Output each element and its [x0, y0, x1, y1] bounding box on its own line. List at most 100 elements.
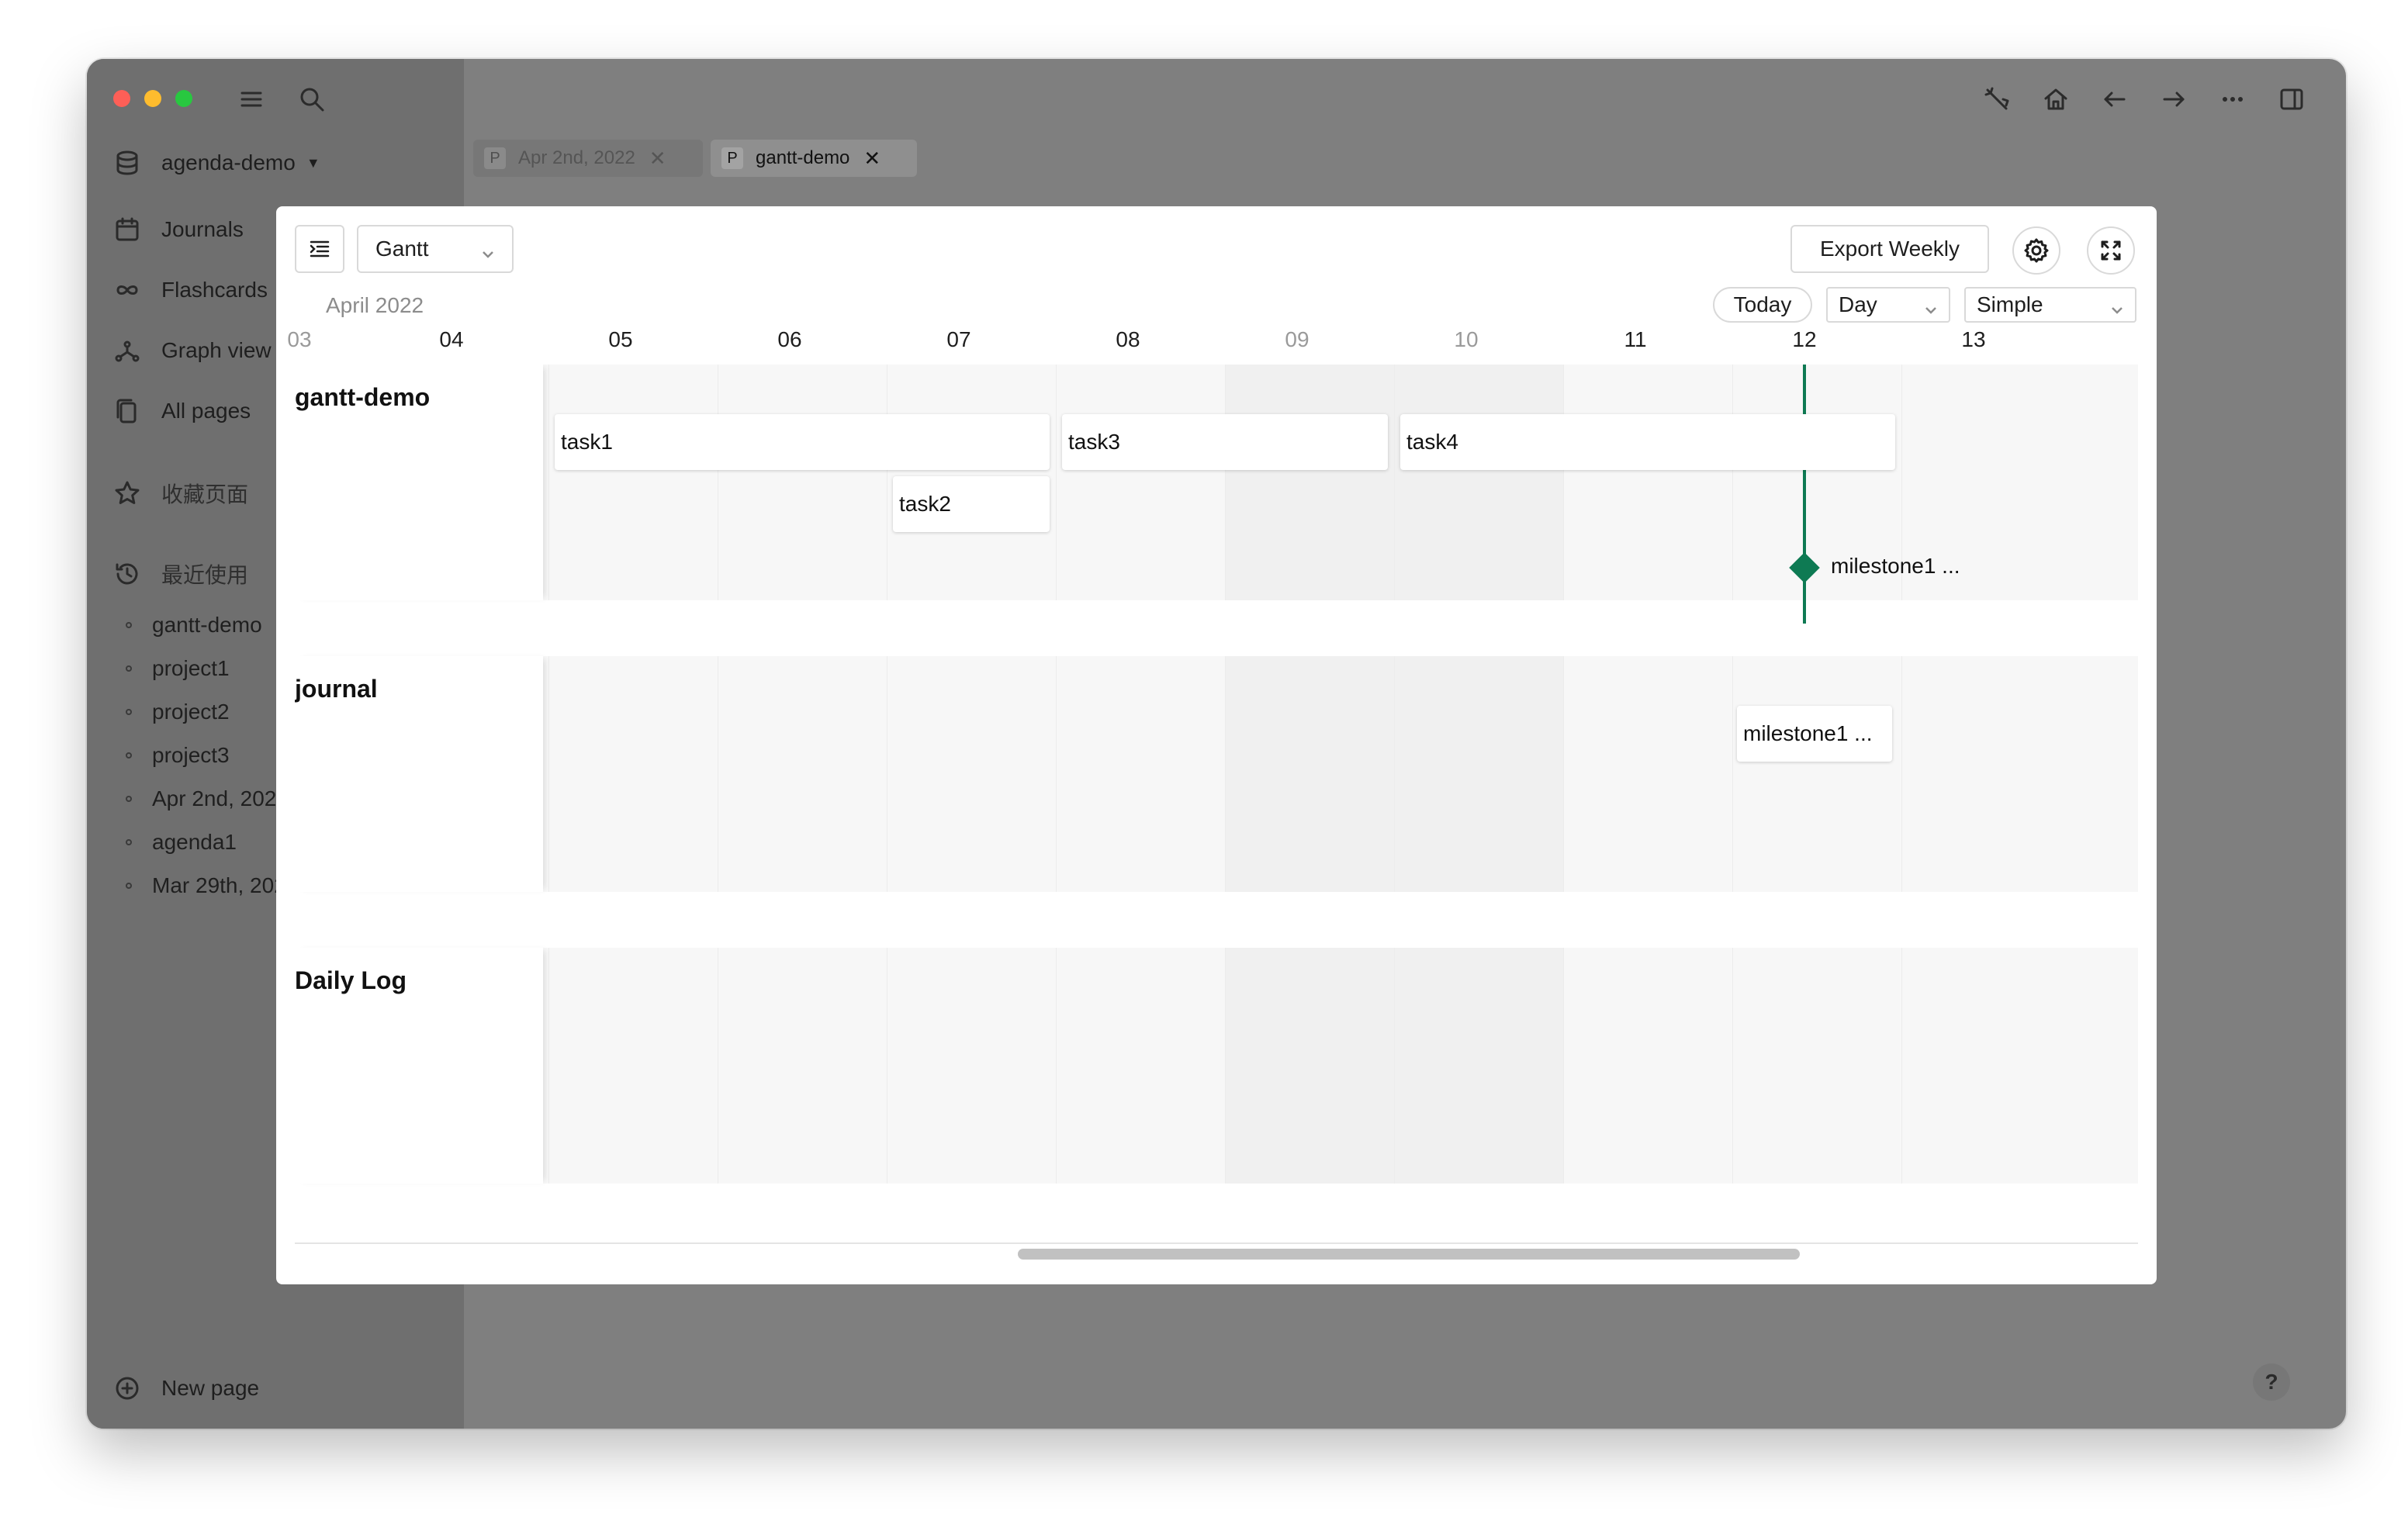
graph-name: agenda-demo [161, 150, 296, 175]
column-divider [1563, 365, 1564, 600]
help-button[interactable]: ? [2253, 1363, 2290, 1401]
recent-item-label: gantt-demo [152, 613, 262, 637]
expand-icon [2101, 240, 2121, 261]
day-tick-label: 06 [777, 327, 802, 351]
weekend-column [1225, 656, 1394, 892]
group-title[interactable]: Daily Log [295, 966, 407, 995]
recent-item[interactable]: Apr 2nd, 2022 [126, 786, 289, 811]
unit-select[interactable]: Day [1826, 287, 1950, 323]
sidebar-item-label: Journals [161, 217, 244, 241]
recent-item[interactable]: project1 [126, 656, 230, 681]
maximize-window-button[interactable] [175, 90, 192, 107]
task-bar[interactable]: task1 [555, 414, 1050, 470]
recent-item[interactable]: agenda1 [126, 830, 237, 855]
favorites-header[interactable]: 收藏页面 [113, 478, 248, 509]
right-sidebar-toggle-icon[interactable] [2273, 81, 2310, 118]
sidebar-item-graph-view[interactable]: Graph view [113, 337, 272, 365]
recent-item-label: Apr 2nd, 2022 [152, 786, 289, 810]
graph-selector[interactable]: agenda-demo ▼ [113, 149, 320, 177]
sidebar-item-flashcards[interactable]: Flashcards [113, 276, 268, 304]
sidebar-item-label: All pages [161, 399, 251, 423]
recent-item[interactable]: project2 [126, 700, 230, 724]
plus-circle-icon [116, 1377, 139, 1400]
column-divider [1732, 948, 1733, 1184]
group-title[interactable]: journal [295, 675, 378, 703]
infinity-icon [116, 285, 138, 295]
recent-item[interactable]: gantt-demo [126, 613, 262, 638]
task-bar[interactable]: task2 [893, 476, 1050, 532]
tab-apr-2nd-2022[interactable]: P Apr 2nd, 2022 ✕ [473, 140, 703, 177]
milestone-label[interactable]: milestone1 ... [1831, 554, 1960, 579]
column-divider [1056, 365, 1057, 600]
mode-select[interactable]: Simple [1964, 287, 2136, 323]
group-title[interactable]: gantt-demo [295, 383, 430, 412]
sidebar-item-journals[interactable]: Journals [113, 216, 244, 244]
bullet-icon [126, 839, 132, 845]
column-divider [548, 656, 549, 892]
recent-header[interactable]: 最近使用 [113, 558, 248, 589]
column-divider [1901, 656, 1902, 892]
day-tick-label: 05 [608, 327, 633, 351]
tab-gantt-demo[interactable]: P gantt-demo ✕ [711, 140, 917, 177]
recent-item[interactable]: project3 [126, 743, 230, 768]
gear-icon [2024, 238, 2049, 263]
close-icon[interactable]: ✕ [649, 147, 666, 171]
settings-button[interactable] [2012, 226, 2060, 275]
column-divider [1394, 365, 1395, 600]
arrow-right-icon[interactable] [2155, 81, 2192, 118]
day-tick-label: 07 [946, 327, 971, 351]
milestone-bar[interactable]: milestone1 ... [1737, 706, 1892, 762]
day-tick-label: 13 [1961, 327, 1986, 351]
calendar-icon [116, 217, 139, 241]
export-weekly-button[interactable]: Export Weekly [1790, 225, 1989, 273]
day-tick-label: 03 [287, 327, 312, 351]
column-divider [1563, 948, 1564, 1184]
more-icon[interactable] [2214, 81, 2251, 118]
horizontal-scrollbar[interactable] [295, 1242, 2138, 1263]
group-row [295, 656, 2138, 892]
graph-icon [115, 340, 140, 362]
day-tick-label: 12 [1792, 327, 1817, 351]
gantt-grid: gantt-demo journal Daily Log task1 task2 task… [295, 365, 2138, 1221]
indent-icon [310, 240, 330, 257]
menu-icon[interactable] [236, 84, 267, 115]
brush-icon[interactable] [1978, 81, 2015, 118]
pages-icon [116, 399, 137, 423]
bullet-icon [126, 622, 132, 628]
page-tag: P [484, 147, 506, 169]
minimize-window-button[interactable] [144, 90, 161, 107]
recent-item[interactable]: Mar 29th, 2022 [126, 873, 298, 898]
sidebar-item-all-pages[interactable]: All pages [113, 397, 251, 425]
weekend-column [1225, 948, 1394, 1184]
weekend-column [1394, 948, 1563, 1184]
today-button[interactable]: Today [1713, 287, 1812, 323]
close-window-button[interactable] [113, 90, 130, 107]
day-tick-label: 04 [439, 327, 464, 351]
recent-item-label: project1 [152, 656, 230, 680]
task-bar[interactable]: task4 [1400, 414, 1895, 470]
mode-select-value: Simple [1977, 292, 2043, 316]
scrollbar-thumb[interactable] [1018, 1249, 1800, 1260]
weekend-column [1394, 656, 1563, 892]
new-page-label: New page [161, 1376, 260, 1400]
gantt-modal: Gantt Export Weekly April 2022 Today Day… [276, 206, 2157, 1284]
column-divider [1901, 948, 1902, 1184]
new-page-button[interactable]: New page [113, 1374, 259, 1402]
history-icon [116, 563, 138, 585]
group-row [295, 948, 2138, 1184]
column-divider [1056, 948, 1057, 1184]
arrow-left-icon[interactable] [2096, 81, 2133, 118]
weekend-column [1394, 365, 1563, 600]
sidebar-item-label: Graph view [161, 338, 272, 362]
search-icon[interactable] [295, 82, 329, 116]
view-select[interactable]: Gantt [357, 225, 514, 273]
outline-toggle-button[interactable] [295, 225, 344, 273]
tab-label: gantt-demo [756, 147, 850, 168]
fullscreen-button[interactable] [2087, 226, 2135, 275]
close-icon[interactable]: ✕ [863, 147, 881, 171]
recent-label: 最近使用 [161, 563, 249, 587]
home-icon[interactable] [2037, 81, 2074, 118]
day-tick-label: 11 [1624, 327, 1647, 351]
task-bar[interactable]: task3 [1062, 414, 1388, 470]
chevron-down-icon [2110, 298, 2124, 314]
